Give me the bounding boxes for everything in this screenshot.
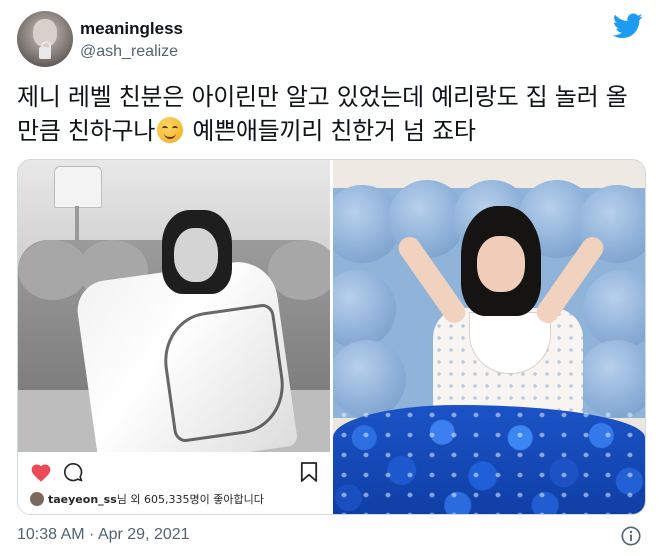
tweet-card: meaningless @ash_realize 제니 레벨 친분은 아이린만 … — [0, 0, 660, 556]
smiling-face-emoji-icon — [157, 117, 184, 143]
tweet-text-part2: 예쁜애들끼리 친한거 넘 죠타 — [185, 117, 476, 145]
person-in-blanket — [73, 210, 299, 452]
tweet-timestamp[interactable]: 10:38 AM · Apr 29, 2021 — [17, 526, 190, 544]
liker-avatar — [30, 492, 44, 506]
padlock-necklace-icon — [39, 41, 51, 59]
comment-icon[interactable] — [63, 462, 83, 482]
heart-icon[interactable] — [30, 462, 52, 482]
lamp-shade — [54, 166, 102, 208]
likes-count-text: 님 외 605,335명이 좋아합니다 — [116, 493, 264, 506]
likes-summary: taeyeon_ss님 외 605,335명이 좋아합니다 — [30, 491, 264, 507]
twitter-bird-icon[interactable] — [613, 13, 643, 39]
media-photo-right[interactable] — [333, 160, 645, 514]
instagram-photo — [18, 160, 330, 452]
person-face — [174, 228, 218, 282]
author-display-name[interactable]: meaningless — [80, 19, 183, 39]
tweet-text: 제니 레벨 친분은 아이린만 알고 있었는데 예리랑도 집 놀러 올 만큼 친하… — [17, 80, 647, 148]
rose-highlights — [333, 405, 645, 514]
person-face — [477, 236, 525, 292]
arm-left — [394, 232, 470, 328]
author-handle[interactable]: @ash_realize — [80, 43, 178, 61]
media-photo-left[interactable]: taeyeon_ss님 외 605,335명이 좋아합니다 — [18, 160, 330, 514]
avatar[interactable] — [17, 11, 73, 67]
info-icon[interactable] — [620, 525, 642, 547]
tweet-media-grid[interactable]: taeyeon_ss님 외 605,335명이 좋아합니다 — [17, 159, 646, 515]
liker-username[interactable]: taeyeon_ss — [48, 493, 117, 506]
bookmark-icon[interactable] — [300, 461, 318, 483]
blue-sofa-photo — [333, 160, 645, 514]
